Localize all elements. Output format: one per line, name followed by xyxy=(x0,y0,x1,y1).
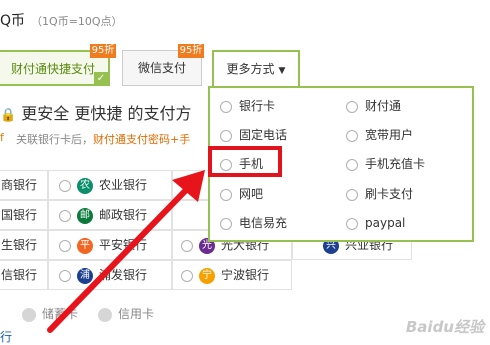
arrow-shaft xyxy=(47,185,191,333)
arrow-annotation-icon xyxy=(47,170,205,333)
watermark: Baidu经验 xyxy=(405,318,484,336)
